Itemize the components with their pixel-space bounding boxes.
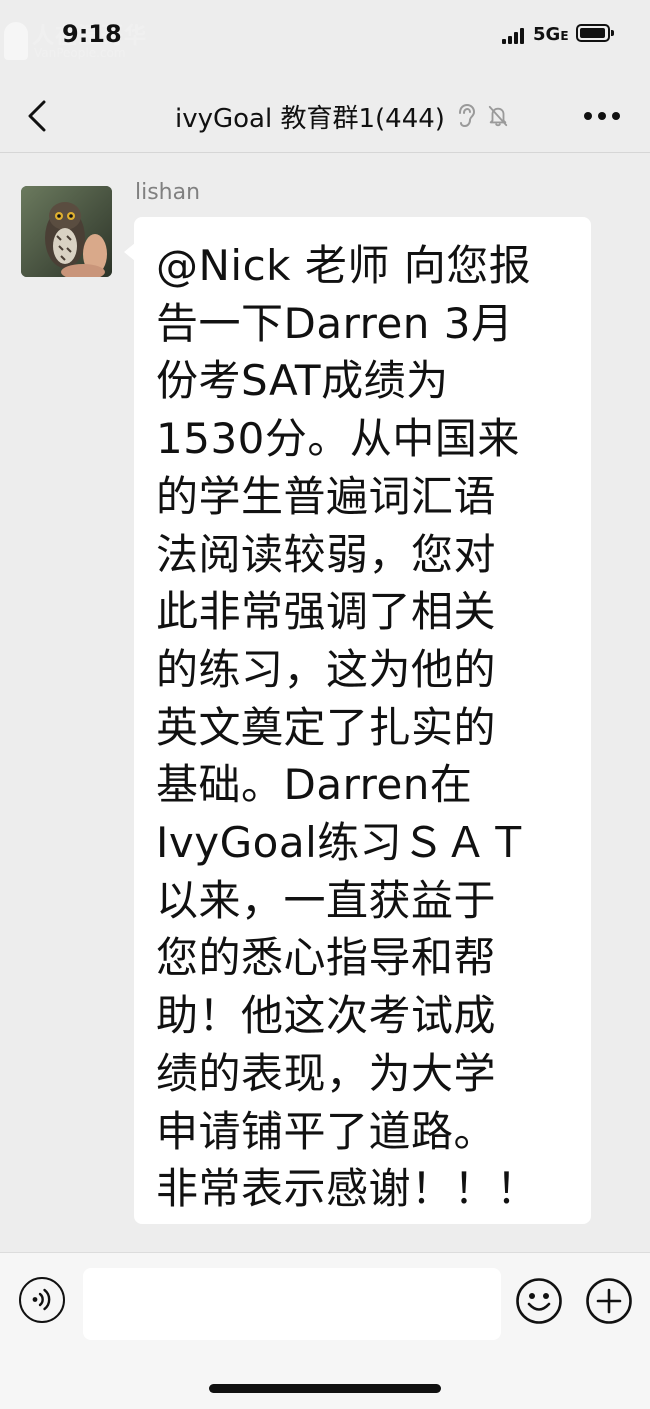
message-line: @Nick 老师 向您报: [156, 241, 532, 290]
message-line: 此非常强调了相关: [156, 587, 497, 637]
watermark-figure-icon: [4, 22, 28, 60]
message-input[interactable]: [83, 1268, 501, 1340]
message-bubble[interactable]: @Nick 老师 向您报 告一下Darren 3月 份考SAT成绩为 1530分…: [124, 217, 591, 1224]
message-line: 法阅读较弱，您对: [156, 529, 497, 579]
chat-header: ivyGoal 教育群1(444): [0, 78, 650, 152]
bubble-tail: [124, 243, 135, 261]
message-line: IvyGoal练习ＳＡＴ: [156, 818, 530, 868]
message-line: 告一下Darren 3月: [156, 298, 514, 348]
voice-icon: [32, 1288, 51, 1311]
more-functions-button[interactable]: [585, 1277, 633, 1325]
status-bar: 人在温哥华 VanPeople.com 9:18 5GE: [0, 0, 650, 70]
message-line: 您的悉心指导和帮: [156, 933, 497, 983]
message-line: 份考SAT成绩为: [156, 356, 449, 406]
message-line: 以来，一直获益于: [156, 875, 497, 925]
message-line: 的学生普遍词汇语: [156, 471, 497, 521]
home-indicator[interactable]: [209, 1384, 441, 1393]
back-button[interactable]: [24, 96, 54, 136]
more-options-button[interactable]: [584, 112, 620, 122]
signal-strength-icon: [502, 28, 528, 44]
message-line: 1530分。从中国来: [156, 414, 520, 464]
header-divider: [0, 152, 650, 153]
emoji-button[interactable]: [515, 1277, 563, 1325]
watermark-text-en: VanPeople.com: [34, 46, 126, 60]
battery-icon: [576, 24, 614, 42]
status-time: 9:18: [62, 20, 122, 48]
message-line: 基础。Darren在: [156, 760, 473, 810]
message-line: 英文奠定了扎实的: [156, 702, 497, 752]
chat-title-group: ivyGoal 教育群1(444): [175, 96, 509, 136]
message-line: 绩的表现，为大学: [156, 1048, 497, 1098]
muted-bell-icon: [488, 105, 508, 127]
chevron-left-icon: [28, 100, 46, 132]
network-label: 5G: [533, 24, 561, 45]
chat-title: ivyGoal 教育群1(444): [175, 103, 445, 134]
message-line: 申请铺平了道路。: [156, 1106, 497, 1156]
message-line: 助！他这次考试成: [156, 991, 497, 1041]
message-line: 的练习，这为他的: [156, 644, 497, 694]
owl-avatar-image: [21, 186, 112, 277]
message-line: 非常表示感谢！！！: [156, 1164, 539, 1214]
network-type: 5GE: [533, 24, 569, 45]
network-suffix: E: [560, 29, 569, 43]
ear-icon: [458, 103, 475, 128]
plus-icon: [586, 1278, 632, 1324]
avatar[interactable]: [21, 186, 112, 277]
emoji-icon: [516, 1278, 562, 1324]
voice-input-button[interactable]: [19, 1277, 65, 1323]
sender-name: lishan: [135, 180, 201, 205]
